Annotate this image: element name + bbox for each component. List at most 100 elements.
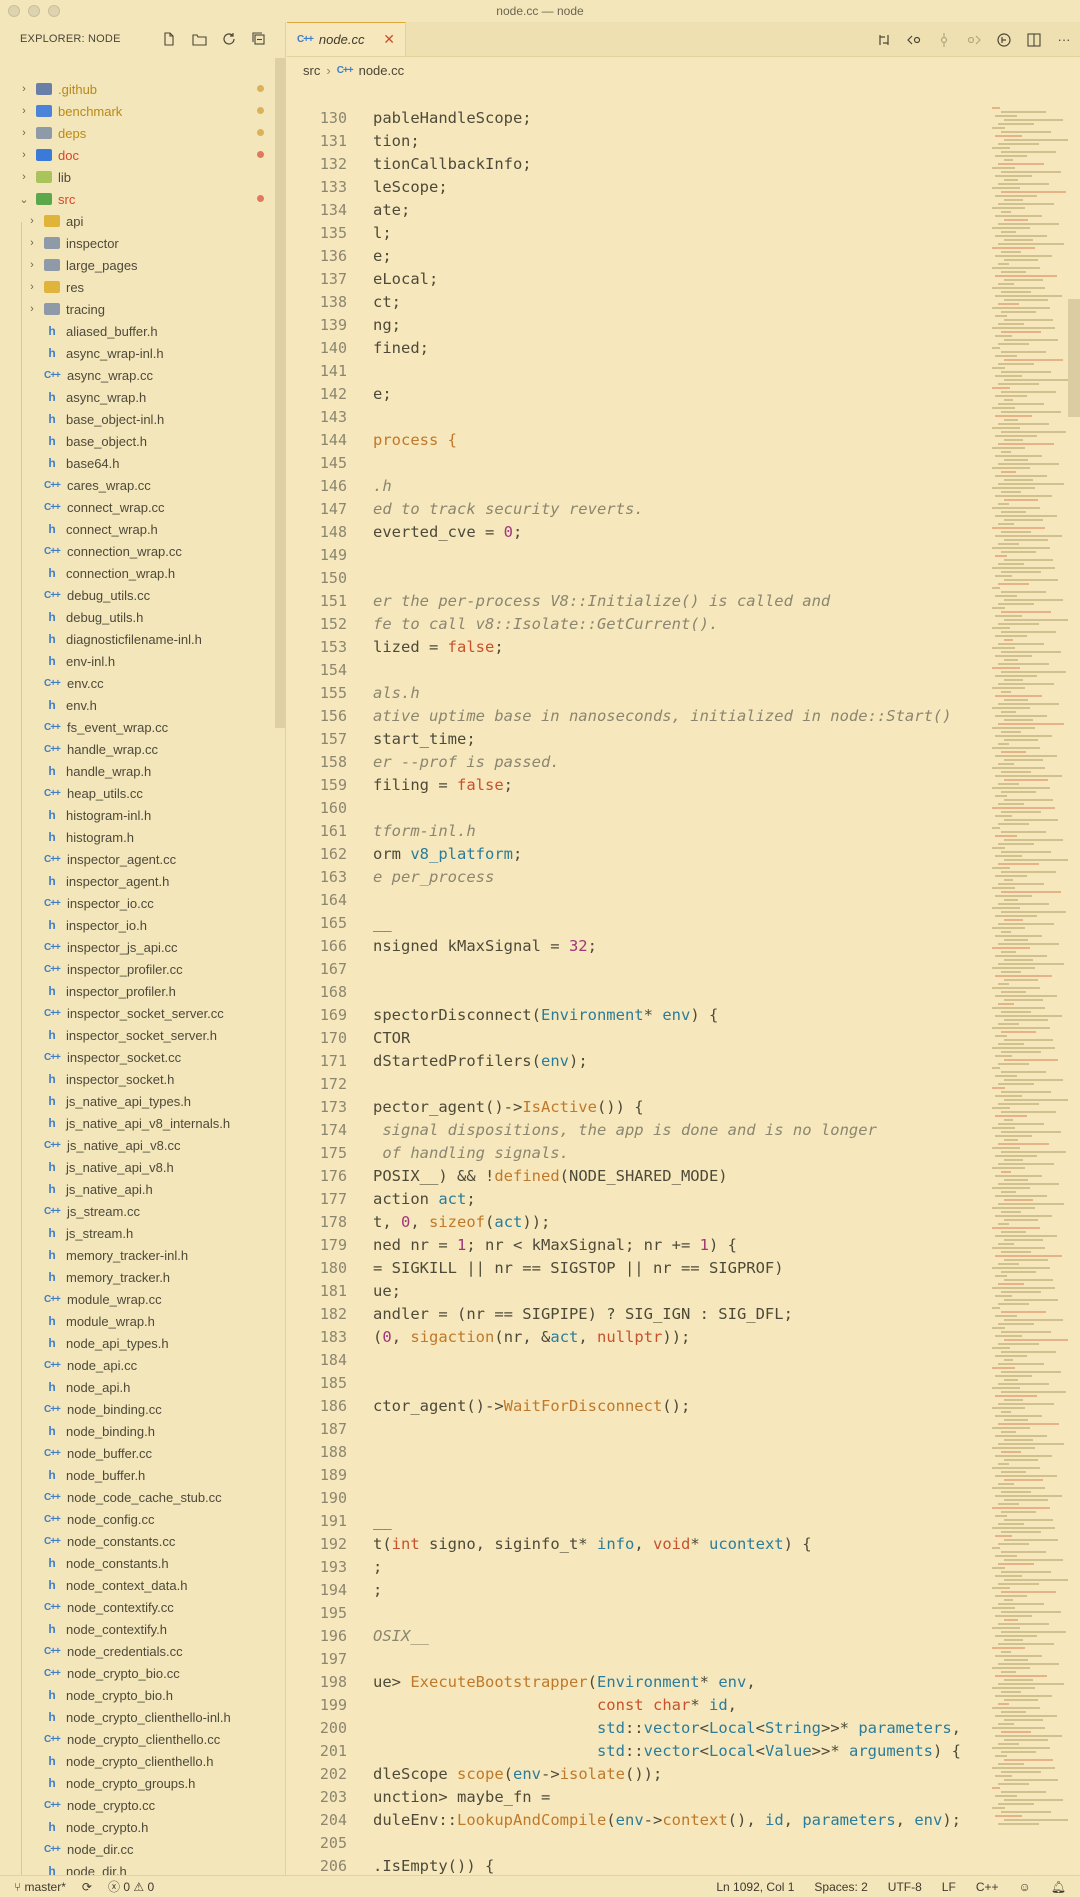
tree-folder[interactable]: ⌄ src xyxy=(0,188,276,210)
sidebar-scrollbar[interactable] xyxy=(275,58,285,728)
tree-file[interactable]: h handle_wrap.h xyxy=(0,760,276,782)
tree-file[interactable]: h env-inl.h xyxy=(0,650,276,672)
tree-file[interactable]: h node_binding.h xyxy=(0,1420,276,1442)
tree-folder[interactable]: › large_pages xyxy=(0,254,276,276)
tree-file[interactable]: h aliased_buffer.h xyxy=(0,320,276,342)
editor-scrollbar-thumb[interactable] xyxy=(1068,299,1080,417)
feedback-icon[interactable]: ☺ xyxy=(1019,1880,1031,1894)
tree-file[interactable]: C++ inspector_js_api.cc xyxy=(0,936,276,958)
tree-file[interactable]: C++ inspector_socket.cc xyxy=(0,1046,276,1068)
tree-file[interactable]: h async_wrap-inl.h xyxy=(0,342,276,364)
tree-folder[interactable]: › res xyxy=(0,276,276,298)
tree-folder[interactable]: › .github xyxy=(0,78,276,100)
tree-file[interactable]: h node_buffer.h xyxy=(0,1464,276,1486)
tree-file[interactable]: h histogram-inl.h xyxy=(0,804,276,826)
tree-file[interactable]: C++ node_binding.cc xyxy=(0,1398,276,1420)
tree-file[interactable]: h module_wrap.h xyxy=(0,1310,276,1332)
tree-file[interactable]: h inspector_socket.h xyxy=(0,1068,276,1090)
git-commit-icon[interactable] xyxy=(936,32,952,48)
tree-file[interactable]: h env.h xyxy=(0,694,276,716)
tree-file[interactable]: C++ node_dir.cc xyxy=(0,1838,276,1860)
refresh-icon[interactable] xyxy=(221,31,237,47)
tree-file[interactable]: C++ node_crypto_clienthello.cc xyxy=(0,1728,276,1750)
tree-file[interactable]: h memory_tracker-inl.h xyxy=(0,1244,276,1266)
breadcrumb-file[interactable]: node.cc xyxy=(359,63,405,78)
tree-file[interactable]: C++ inspector_agent.cc xyxy=(0,848,276,870)
cursor-position[interactable]: Ln 1092, Col 1 xyxy=(716,1880,794,1894)
chevron-right-icon[interactable]: › xyxy=(26,237,38,249)
problems-status[interactable]: ⓧ 0 ⚠ 0 xyxy=(108,1878,154,1895)
tree-file[interactable]: C++ env.cc xyxy=(0,672,276,694)
tree-file[interactable]: h node_crypto_clienthello.h xyxy=(0,1750,276,1772)
tree-file[interactable]: C++ node_contextify.cc xyxy=(0,1596,276,1618)
tree-file[interactable]: C++ node_api.cc xyxy=(0,1354,276,1376)
code-view[interactable]: 130 131 132 133 134 135 136 137 138 139 140 141 142 1… xyxy=(287,107,987,1887)
tree-file[interactable]: h connection_wrap.h xyxy=(0,562,276,584)
collapse-icon[interactable] xyxy=(251,31,267,47)
zoom-window-button[interactable] xyxy=(48,5,60,17)
tree-file[interactable]: C++ node_crypto_bio.cc xyxy=(0,1662,276,1684)
new-folder-icon[interactable] xyxy=(191,31,207,47)
tree-file[interactable]: C++ inspector_profiler.cc xyxy=(0,958,276,980)
encoding-status[interactable]: UTF-8 xyxy=(888,1880,922,1894)
tree-file[interactable]: C++ js_native_api_v8.cc xyxy=(0,1134,276,1156)
tree-file[interactable]: h base64.h xyxy=(0,452,276,474)
chevron-right-icon[interactable]: › xyxy=(18,149,30,161)
tree-folder[interactable]: › tracing xyxy=(0,298,276,320)
tree-file[interactable]: h inspector_socket_server.h xyxy=(0,1024,276,1046)
tree-file[interactable]: h node_constants.h xyxy=(0,1552,276,1574)
chevron-right-icon[interactable]: › xyxy=(18,105,30,117)
tree-file[interactable]: C++ node_constants.cc xyxy=(0,1530,276,1552)
tree-folder[interactable]: › benchmark xyxy=(0,100,276,122)
tree-file[interactable]: h js_native_api.h xyxy=(0,1178,276,1200)
new-file-icon[interactable] xyxy=(161,31,177,47)
more-actions-icon[interactable]: ··· xyxy=(1056,32,1072,48)
tree-file[interactable]: h node_api_types.h xyxy=(0,1332,276,1354)
chevron-down-icon[interactable]: ⌄ xyxy=(18,193,30,206)
tree-file[interactable]: h diagnosticfilename-inl.h xyxy=(0,628,276,650)
tree-folder[interactable]: › doc xyxy=(0,144,276,166)
tree-file[interactable]: C++ fs_event_wrap.cc xyxy=(0,716,276,738)
tree-file[interactable]: h node_dir.h xyxy=(0,1860,276,1876)
tab-node-cc[interactable]: C++ node.cc ✕ xyxy=(287,22,406,56)
tree-file[interactable]: C++ inspector_socket_server.cc xyxy=(0,1002,276,1024)
tree-file[interactable]: h debug_utils.h xyxy=(0,606,276,628)
chevron-right-icon[interactable]: › xyxy=(26,303,38,315)
tree-file[interactable]: h inspector_agent.h xyxy=(0,870,276,892)
tree-file[interactable]: h histogram.h xyxy=(0,826,276,848)
tree-folder[interactable]: › api xyxy=(0,210,276,232)
tree-file[interactable]: C++ inspector_io.cc xyxy=(0,892,276,914)
tree-file[interactable]: h connect_wrap.h xyxy=(0,518,276,540)
tree-file[interactable]: C++ connection_wrap.cc xyxy=(0,540,276,562)
go-back-change-icon[interactable] xyxy=(906,32,922,48)
breadcrumb-folder[interactable]: src xyxy=(303,63,320,78)
tree-file[interactable]: h js_native_api_v8.h xyxy=(0,1156,276,1178)
tree-folder[interactable]: › inspector xyxy=(0,232,276,254)
tree-file[interactable]: h node_context_data.h xyxy=(0,1574,276,1596)
split-editor-icon[interactable] xyxy=(1026,32,1042,48)
tree-file[interactable]: h js_native_api_v8_internals.h xyxy=(0,1112,276,1134)
tree-file[interactable]: h node_crypto_clienthello-inl.h xyxy=(0,1706,276,1728)
tree-file[interactable]: C++ cares_wrap.cc xyxy=(0,474,276,496)
go-forward-change-icon[interactable] xyxy=(966,32,982,48)
tree-file[interactable]: C++ node_buffer.cc xyxy=(0,1442,276,1464)
chevron-right-icon[interactable]: › xyxy=(26,281,38,293)
close-tab-icon[interactable]: ✕ xyxy=(383,31,395,48)
tree-file[interactable]: h async_wrap.h xyxy=(0,386,276,408)
tree-file[interactable]: h node_contextify.h xyxy=(0,1618,276,1640)
tree-file[interactable]: h js_stream.h xyxy=(0,1222,276,1244)
tree-file[interactable]: C++ heap_utils.cc xyxy=(0,782,276,804)
tree-file[interactable]: C++ node_config.cc xyxy=(0,1508,276,1530)
code-lines[interactable]: pableHandleScope; tion; tionCallbackInfo; l… xyxy=(373,107,987,1887)
tree-file[interactable]: C++ js_stream.cc xyxy=(0,1200,276,1222)
tree-file[interactable]: C++ handle_wrap.cc xyxy=(0,738,276,760)
chevron-right-icon[interactable]: › xyxy=(26,259,38,271)
minimize-window-button[interactable] xyxy=(28,5,40,17)
tree-file[interactable]: h base_object-inl.h xyxy=(0,408,276,430)
tree-file[interactable]: C++ module_wrap.cc xyxy=(0,1288,276,1310)
chevron-right-icon[interactable]: › xyxy=(26,215,38,227)
tree-file[interactable]: h node_crypto_groups.h xyxy=(0,1772,276,1794)
tree-file[interactable]: h inspector_io.h xyxy=(0,914,276,936)
close-window-button[interactable] xyxy=(8,5,20,17)
tree-file[interactable]: C++ async_wrap.cc xyxy=(0,364,276,386)
